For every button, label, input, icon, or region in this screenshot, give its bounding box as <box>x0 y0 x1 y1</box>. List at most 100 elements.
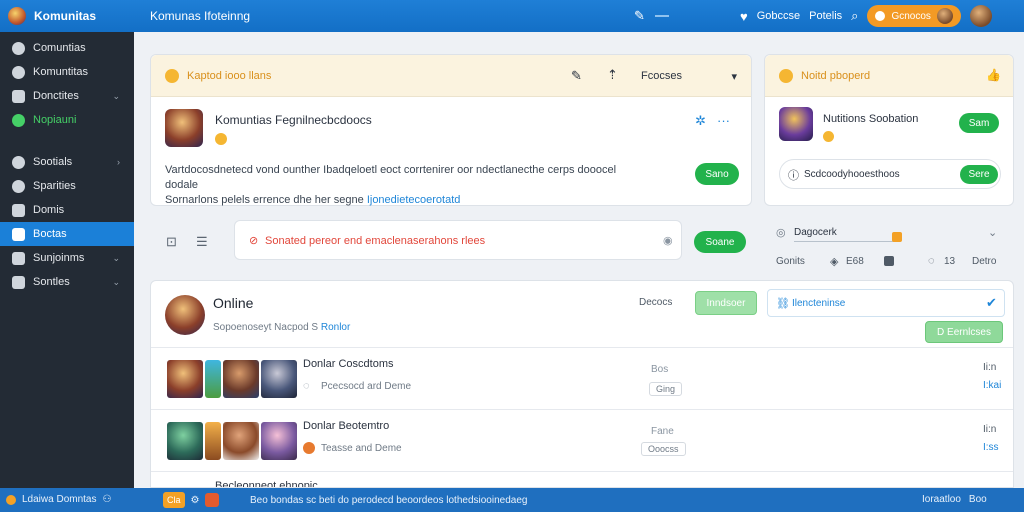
gear-icon <box>12 179 25 193</box>
user-link-1[interactable]: Gobccse <box>757 10 800 22</box>
item-tag[interactable]: Ging <box>649 382 683 396</box>
status-right: Ioraatloo Boo <box>922 494 987 505</box>
quick-search-button[interactable]: Sere <box>960 165 998 184</box>
chevron-down-icon[interactable]: ⌄ <box>988 226 997 239</box>
stat-label-1: Gonits <box>776 256 805 267</box>
description-link[interactable]: Ijonedietecoerotatd <box>367 194 461 206</box>
top-right: ♥ Gobccse Potelis ⌕ Gcnocos <box>740 5 992 27</box>
alert-bar: ⊘ Sonated pereor end emaclenaserahons rl… <box>234 220 682 260</box>
item-meta-2: I:kai <box>983 380 1002 391</box>
item-title: Donlar Beotemtro <box>303 420 390 432</box>
settings-icon[interactable]: ⚙ <box>191 495 200 506</box>
info-icon: ◌ <box>303 380 310 392</box>
status-chip[interactable]: Cla <box>163 492 185 508</box>
top-nav: ✎ <box>634 8 669 24</box>
list-item[interactable]: Becleonneot ehnopic <box>151 471 1013 487</box>
item-meta-1: Ii:n <box>983 362 997 373</box>
sidebar-item-label: Donctites <box>33 90 79 102</box>
alert-icon: ⊘ <box>249 235 259 247</box>
user-avatar[interactable] <box>969 5 992 27</box>
thumbs-up-icon[interactable]: 👍 <box>986 68 1001 82</box>
action-button[interactable]: D Eernlcses <box>925 321 1003 343</box>
share-icon[interactable]: ⇡ <box>607 67 618 83</box>
sidebar-item-label: Comuntias <box>33 42 86 54</box>
sidebar-item-boctas[interactable]: Boctas <box>0 222 134 246</box>
more-icon[interactable]: ··· <box>717 113 730 128</box>
pen-icon[interactable]: ✎ <box>634 8 645 24</box>
sidebar-item-nopiauni[interactable]: Nopiauni <box>0 108 134 132</box>
sidebar-item-label: Domis <box>33 204 65 216</box>
gamepad-icon[interactable]: ⚇ <box>102 494 111 505</box>
stat-value-2: E68 <box>846 256 864 267</box>
emoji-icon <box>823 131 834 142</box>
sidebar-item-donctites[interactable]: Donctites ⌄ <box>0 84 134 108</box>
online-panel: Online Sopoenoseyt Nacpod S Ronlor Decoc… <box>150 280 1014 488</box>
sidebar-item-sootials[interactable]: Sootials › <box>0 150 134 174</box>
list-item[interactable]: Donlar Beotemtro Teasse and Deme Fane Oo… <box>151 409 1013 471</box>
sort-select[interactable]: Fcocses ▾ <box>635 65 743 87</box>
status-right-2[interactable]: Boo <box>969 494 987 505</box>
card-header-title: Noitd pboperd <box>801 69 871 82</box>
eye-icon: ◈ <box>830 256 839 268</box>
online-input[interactable]: ⛓ Ilencteninse ✔ <box>767 289 1005 317</box>
smile-icon <box>165 68 179 83</box>
thumbnail <box>223 360 259 398</box>
notification-pill[interactable]: Gcnocos <box>867 5 961 27</box>
edit-icon[interactable]: ✎ <box>571 68 582 84</box>
close-icon[interactable]: ◉ <box>663 234 673 247</box>
sidebar-item-label: Nopiauni <box>33 114 77 126</box>
sidebar-item-comuntias[interactable]: Comuntias <box>0 36 134 60</box>
online-avatar <box>165 295 205 335</box>
online-subtitle: Sopoenoseyt Nacpod S Ronlor <box>213 322 350 333</box>
item-thumbnails <box>167 422 297 460</box>
chevron-down-icon: ⌄ <box>112 252 120 263</box>
thumbnail <box>205 360 221 398</box>
sidebar-item-domis[interactable]: Domis <box>0 198 134 222</box>
search-icon[interactable]: ⌕ <box>851 8 858 24</box>
smile-icon <box>779 68 793 83</box>
recommended-title: Nutitions Soobation <box>823 113 919 125</box>
nav-divider <box>654 15 669 17</box>
user-link-2[interactable]: Potelis <box>809 10 842 22</box>
settings-icon[interactable]: ✲ <box>695 113 706 129</box>
sidebar-item-komuntitas[interactable]: Komuntitas <box>0 60 134 84</box>
follow-button[interactable]: Sam <box>959 113 999 133</box>
thumbnail <box>223 422 259 460</box>
stat-value-4: Detro <box>972 256 997 267</box>
sidebar-item-sontles[interactable]: Sontles ⌄ <box>0 270 134 294</box>
join-button[interactable]: Sano <box>695 163 739 185</box>
community-card: Kaptod iooo llans ✎ ⇡ Fcocses ▾ Komuntia… <box>150 54 752 206</box>
emoji-icon <box>303 442 315 454</box>
folder-icon <box>12 89 25 103</box>
online-title: Online <box>213 295 254 311</box>
brand[interactable]: Komunitas <box>0 0 134 32</box>
item-title: Donlar Coscdtoms <box>303 358 394 370</box>
app-logo-icon <box>8 7 26 25</box>
list-item[interactable]: Donlar Coscdtoms ◌ Pcecsocd ard Deme Bos… <box>151 347 1013 409</box>
item-meta-2: I:ss <box>983 442 999 453</box>
quick-search[interactable]: ⓘ Scdcoodyhooesthoos Sere <box>779 159 1001 189</box>
sidebar-item-sparities[interactable]: Sparities <box>0 174 134 198</box>
submit-button[interactable]: Soane <box>694 231 746 253</box>
app-icon[interactable] <box>205 493 220 507</box>
status-right-1[interactable]: Ioraatloo <box>922 494 961 505</box>
online-subtitle-link[interactable]: Ronlor <box>321 322 350 333</box>
chevron-right-icon: › <box>117 157 120 167</box>
list-icon[interactable]: ☰ <box>196 234 208 250</box>
chevron-down-icon: ▾ <box>731 70 737 83</box>
comment-icon: ◌ <box>928 255 935 267</box>
sidebar-item-sunjoinms[interactable]: Sunjoinms ⌄ <box>0 246 134 270</box>
status-message: Beo bondas sc beti do perodecd beoordeos… <box>250 495 528 506</box>
filter-button[interactable]: Inndsoer <box>695 291 757 315</box>
emoji-icon <box>215 133 227 145</box>
sidebar: Comuntias Komuntitas Donctites ⌄ Nopiauni… <box>0 32 134 488</box>
stat-value-3: 13 <box>944 256 956 267</box>
item-tag[interactable]: Ooocss <box>641 442 686 456</box>
item-thumbnails <box>167 360 297 398</box>
card-header: Noitd pboperd 👍 <box>765 55 1013 97</box>
pill-avatar <box>936 8 953 24</box>
slider-handle[interactable] <box>892 232 902 242</box>
heart-icon[interactable]: ♥ <box>740 9 748 24</box>
item-meta-1: Ii:n <box>983 424 997 435</box>
image-icon[interactable]: ⊡ <box>166 234 177 250</box>
